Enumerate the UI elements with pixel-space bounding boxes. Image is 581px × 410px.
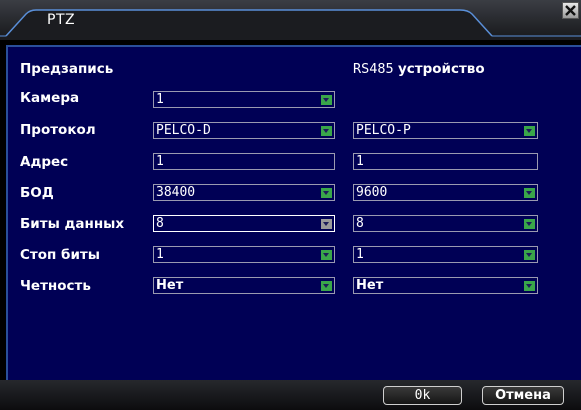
chevron-down-icon[interactable] — [524, 250, 535, 260]
rs485-protocol-value: PELCO-P — [356, 123, 411, 138]
cancel-button[interactable]: Отмена — [482, 386, 564, 405]
camera-select[interactable]: 1 — [153, 91, 335, 108]
data-bits-value: 8 — [156, 216, 164, 231]
rs485-address-value: 1 — [356, 154, 364, 169]
rs485-protocol-select[interactable]: PELCO-P — [353, 122, 538, 139]
ok-button[interactable]: 0k — [383, 386, 462, 405]
chevron-down-icon[interactable] — [321, 188, 332, 198]
ptz-dialog: PTZ Предзапись RS485 устройство Камера 1… — [0, 0, 581, 410]
chevron-down-icon[interactable] — [321, 126, 332, 136]
stop-bits-select[interactable]: 1 — [153, 246, 335, 263]
baud-select[interactable]: 38400 — [153, 184, 335, 201]
parity-select[interactable]: Нет — [153, 277, 335, 294]
address-value: 1 — [156, 154, 164, 169]
address-label: Адрес — [20, 154, 69, 170]
rs485-baud-value: 9600 — [356, 185, 388, 200]
baud-label: БОД — [20, 185, 54, 201]
rs485-baud-select[interactable]: 9600 — [353, 184, 538, 201]
chevron-down-icon[interactable] — [524, 281, 535, 291]
chevron-down-icon[interactable] — [321, 281, 332, 291]
chevron-down-icon[interactable] — [524, 219, 535, 229]
data-bits-label: Биты данных — [20, 216, 125, 232]
stop-bits-value: 1 — [156, 247, 164, 262]
rs485-stop-bits-select[interactable]: 1 — [353, 246, 538, 263]
chevron-down-icon[interactable] — [321, 219, 332, 229]
title-tab-shape — [0, 9, 581, 40]
protocol-label: Протокол — [20, 122, 96, 138]
rs485-label: RS485 — [353, 61, 394, 77]
close-x-icon — [565, 5, 576, 16]
close-button[interactable] — [562, 2, 579, 19]
address-input[interactable]: 1 — [153, 153, 335, 170]
rs485-address-input[interactable]: 1 — [353, 153, 538, 170]
protocol-select[interactable]: PELCO-D — [153, 122, 335, 139]
title-bar: PTZ — [0, 0, 581, 40]
window-title: PTZ — [47, 12, 76, 28]
protocol-value: PELCO-D — [156, 123, 211, 138]
camera-label: Камера — [20, 90, 80, 106]
chevron-down-icon[interactable] — [524, 126, 535, 136]
camera-value: 1 — [156, 92, 164, 107]
parity-value: Нет — [156, 278, 184, 293]
device-label: устройство — [397, 61, 485, 77]
rs485-data-bits-select[interactable]: 8 — [353, 215, 538, 232]
rs485-parity-value: Нет — [356, 278, 384, 293]
parity-label: Четность — [20, 278, 91, 294]
chevron-down-icon[interactable] — [321, 250, 332, 260]
stop-bits-label: Стоп биты — [20, 247, 100, 263]
baud-value: 38400 — [156, 185, 196, 200]
section-header-left: Предзапись — [20, 61, 114, 77]
section-header-right: RS485 устройство — [353, 61, 485, 77]
rs485-stop-bits-value: 1 — [356, 247, 364, 262]
chevron-down-icon[interactable] — [321, 95, 332, 105]
rs485-parity-select[interactable]: Нет — [353, 277, 538, 294]
chevron-down-icon[interactable] — [524, 188, 535, 198]
rs485-data-bits-value: 8 — [356, 216, 364, 231]
data-bits-select[interactable]: 8 — [153, 215, 335, 232]
